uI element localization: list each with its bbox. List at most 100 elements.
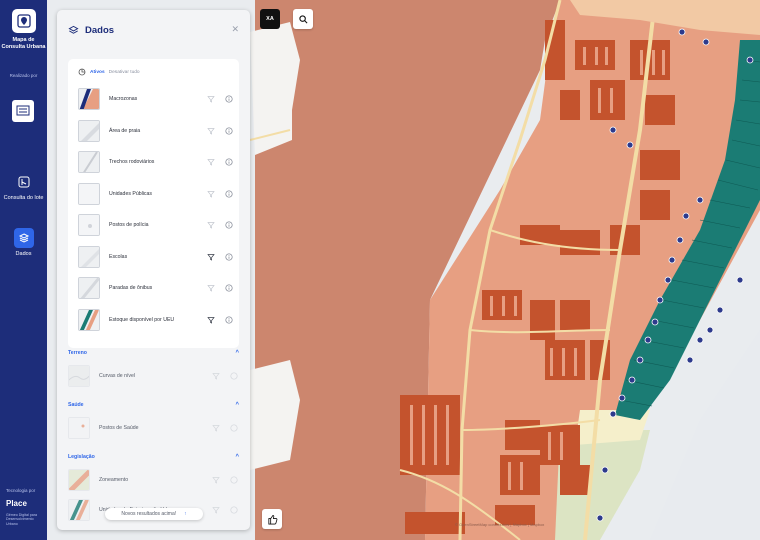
layer-tabs: Ativos Desativar tudo <box>78 68 140 76</box>
layer-row[interactable]: Trechos rodoviários <box>78 149 234 175</box>
active-layers-card: Ativos Desativar tudo Macrozonas Área de … <box>68 59 239 348</box>
layer-label: Curvas de nível <box>99 373 136 379</box>
layer-thumbnail <box>68 499 90 521</box>
filter-icon[interactable] <box>206 315 216 325</box>
layers-icon <box>68 25 79 34</box>
nav-item-data[interactable]: Dados <box>0 228 47 258</box>
layer-row[interactable]: Área de praia <box>78 118 234 144</box>
toast-label: Novos resultados acima! <box>121 511 177 517</box>
pie-toggle-icon[interactable] <box>78 68 86 76</box>
layer-label: Postos de polícia <box>109 222 149 228</box>
data-panel: Dados ✕ Ativos Desativar tudo Macrozonas… <box>57 10 250 530</box>
search-button[interactable] <box>293 9 313 29</box>
layer-thumbnail <box>78 88 100 110</box>
arrow-up-icon: ↑ <box>184 511 187 517</box>
info-icon[interactable] <box>224 315 234 325</box>
layer-thumbnail <box>78 308 100 331</box>
info-icon[interactable] <box>224 252 234 262</box>
filter-icon[interactable] <box>206 126 216 136</box>
info-icon[interactable] <box>224 189 234 199</box>
new-results-toast[interactable]: Novos resultados acima! ↑ <box>105 508 203 520</box>
filter-icon[interactable] <box>206 189 216 199</box>
layer-label: Área de praia <box>109 127 141 134</box>
filter-icon[interactable] <box>211 371 221 381</box>
nav-item-lot-query[interactable]: Consulta do lote <box>0 172 47 202</box>
language-button[interactable]: XA <box>260 9 280 29</box>
layer-label: Paradas de ônibus <box>109 285 153 291</box>
info-icon[interactable] <box>229 423 239 433</box>
brand-logo[interactable]: Place <box>6 499 27 508</box>
app-logo-icon[interactable] <box>12 9 36 33</box>
panel-title: Dados <box>85 24 115 36</box>
layer-thumbnail <box>78 277 100 299</box>
layer-thumbnail <box>78 214 100 236</box>
panel-header: Dados ✕ <box>57 10 250 50</box>
close-icon[interactable]: ✕ <box>231 24 239 35</box>
layer-label: Zoneamento <box>99 477 129 483</box>
info-icon[interactable] <box>229 505 239 515</box>
layer-label: Macrozonas <box>109 96 138 102</box>
section-title: Saúde <box>68 402 84 408</box>
layer-row[interactable]: Curvas de nível <box>68 363 239 389</box>
info-icon[interactable] <box>224 94 234 104</box>
layer-thumbnail <box>78 245 100 268</box>
app-title: Mapa de Consulta Urbana <box>1 37 46 50</box>
layer-thumbnail <box>68 469 90 491</box>
filter-icon[interactable] <box>206 283 216 293</box>
sponsor-logo <box>12 100 34 122</box>
filter-icon[interactable] <box>211 475 221 485</box>
section-header[interactable]: Saúde ^ <box>68 399 239 411</box>
layer-row[interactable]: Postos de Saúde <box>68 415 239 441</box>
layer-label: Postos de Saúde <box>99 425 139 431</box>
realized-by-label: Realizado por <box>9 73 38 78</box>
info-icon[interactable] <box>224 283 234 293</box>
layer-thumbnail <box>68 365 90 387</box>
section-header[interactable]: Terreno ^ <box>68 347 239 359</box>
filter-icon[interactable] <box>206 157 216 167</box>
layer-label: Estoque disponível por UEU <box>109 316 175 323</box>
layer-label: Trechos rodoviários <box>109 159 155 165</box>
left-navigation: Mapa de Consulta Urbana Realizado por Co… <box>0 0 47 540</box>
info-icon[interactable] <box>229 371 239 381</box>
filter-icon[interactable] <box>211 423 221 433</box>
deactivate-all-button[interactable]: Desativar tudo <box>109 70 140 75</box>
layer-row[interactable]: Paradas de ônibus <box>78 275 234 301</box>
layer-thumbnail <box>78 151 100 173</box>
brand-tagline: Gêmeo Digital para Desenvolvimento Urban… <box>6 513 37 526</box>
info-icon[interactable] <box>224 157 234 167</box>
section-header[interactable]: Legislação ^ <box>68 451 239 463</box>
nav-item-label: Consulta do lote <box>3 195 44 201</box>
layer-thumbnail <box>78 182 100 205</box>
chevron-up-icon[interactable]: ^ <box>235 402 239 408</box>
map-attribution[interactable]: © OpenStreetMap contributors | Mapbox | … <box>455 522 544 527</box>
layers-icon <box>13 228 34 248</box>
layer-row[interactable]: Escolas <box>78 244 234 270</box>
filter-icon[interactable] <box>206 252 216 262</box>
section-title: Legislação <box>68 454 95 460</box>
info-icon[interactable] <box>224 220 234 230</box>
layer-thumbnail <box>78 119 100 142</box>
layer-row[interactable]: Unidades Públicas <box>78 181 234 207</box>
info-icon[interactable] <box>224 126 234 136</box>
tab-active-layers[interactable]: Ativos <box>90 70 105 75</box>
tech-by-label: Tecnologia por <box>6 488 36 493</box>
layer-row[interactable]: Postos de polícia <box>78 212 234 238</box>
info-icon[interactable] <box>229 475 239 485</box>
chevron-up-icon[interactable]: ^ <box>235 350 239 356</box>
nav-item-label: Dados <box>15 251 32 257</box>
layer-row[interactable]: Macrozonas <box>78 86 234 112</box>
map-pin-square-icon <box>14 172 34 192</box>
chevron-up-icon[interactable]: ^ <box>235 454 239 460</box>
filter-icon[interactable] <box>206 94 216 104</box>
filter-icon[interactable] <box>211 505 221 515</box>
search-icon <box>298 14 307 23</box>
filter-icon[interactable] <box>206 220 216 230</box>
thumbs-up-icon <box>267 514 277 524</box>
section-title: Terreno <box>68 350 87 356</box>
layer-label: Unidades Públicas <box>109 190 152 197</box>
feedback-button[interactable] <box>262 509 282 529</box>
layer-row[interactable]: Zoneamento <box>68 467 239 493</box>
app-root: Mapa de Consulta Urbana Realizado por Co… <box>0 0 760 540</box>
layer-row[interactable]: Estoque disponível por UEU <box>78 307 234 333</box>
layer-label: Escolas <box>109 253 128 260</box>
